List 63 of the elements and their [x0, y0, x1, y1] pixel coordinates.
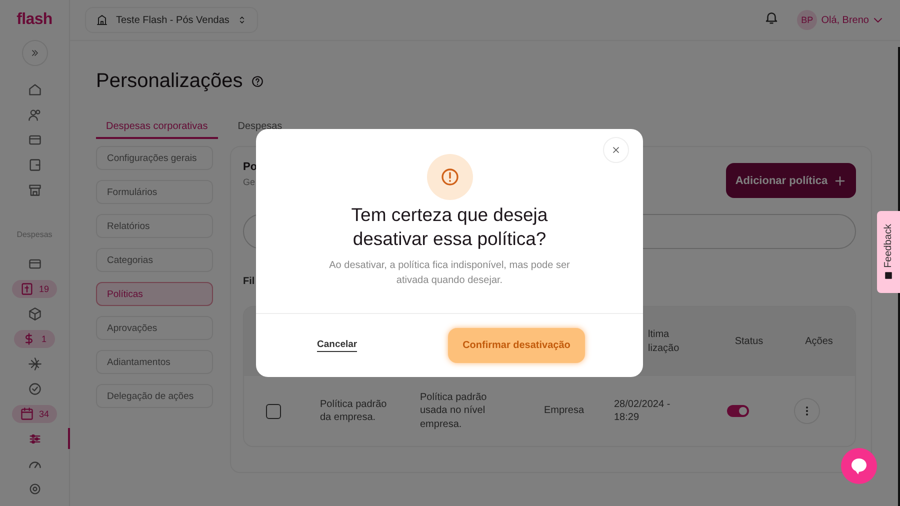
tab[interactable]: Despesas corporativas — [96, 115, 218, 139]
logo[interactable]: flash — [16, 0, 52, 40]
tab[interactable]: Despesas — [228, 115, 292, 139]
confirm-button[interactable]: Confirmar desativação — [448, 328, 585, 363]
settings-menu-item[interactable]: Aprovações — [96, 316, 213, 340]
chat-button[interactable] — [841, 448, 877, 484]
filters-label: Fil — [243, 276, 255, 287]
feedback-icon — [884, 271, 893, 280]
avatar[interactable]: BP — [797, 10, 818, 30]
check-circle-icon — [28, 382, 42, 396]
chat-bubble-icon — [849, 456, 869, 476]
card-icon — [28, 256, 42, 270]
add-policy-button[interactable]: Adicionar política — [726, 163, 856, 198]
company-selector[interactable]: Teste Flash - Pós Vendas — [85, 7, 258, 33]
user-menu[interactable]: Olá, Breno — [821, 14, 884, 26]
settings-menu-item[interactable]: Relatórios — [96, 214, 213, 238]
calendar-icon — [20, 406, 34, 420]
table-cell-text: Política padrão usada no nível empresa. — [420, 390, 488, 432]
close-button[interactable] — [603, 137, 629, 163]
settings-menu-item[interactable]: Formulários — [96, 180, 213, 204]
settings-menu-item[interactable]: Configurações gerais — [96, 146, 213, 170]
sidebar-item[interactable]: 19 — [0, 276, 70, 301]
column-header: Ações — [804, 336, 834, 347]
building-icon — [96, 14, 108, 26]
warning-icon — [440, 167, 460, 187]
settings-menu-item[interactable]: Categorias — [96, 248, 213, 272]
count-label: 34 — [38, 408, 49, 418]
active-indicator — [68, 428, 70, 449]
column-header: Status — [734, 336, 764, 347]
count-label: 19 — [38, 284, 49, 294]
chevrons-icon — [30, 48, 40, 58]
sidebar-item[interactable]: 1 — [0, 326, 70, 351]
home-icon — [28, 82, 42, 96]
panel-subtitle: Ge — [243, 177, 256, 187]
box-icon — [28, 306, 42, 320]
settings-menu-item[interactable]: Políticas — [96, 282, 213, 306]
page-title: Personalizações — [96, 70, 243, 92]
receipt-icon — [20, 282, 34, 296]
store-icon — [28, 182, 42, 196]
feedback-tab[interactable]: Feedback — [877, 211, 900, 293]
help-icon — [250, 74, 264, 88]
sidebar-item[interactable]: 34 — [0, 401, 70, 426]
cancel-link[interactable]: Cancelar — [317, 339, 358, 352]
plus-icon — [832, 174, 847, 188]
panel-title: Po — [243, 161, 258, 173]
table-cell-text: Política padrão da empresa. — [320, 398, 388, 424]
expand-button[interactable] — [22, 40, 48, 66]
column-header: ltima lização — [647, 328, 680, 356]
sliders-icon — [28, 432, 42, 446]
checkbox[interactable] — [266, 404, 281, 418]
dialog-title: Tem certeza que deseja desativar essa política? — [350, 203, 549, 251]
count-label: 1 — [41, 334, 46, 344]
table-cell-text: Empresa — [544, 404, 586, 418]
wallet-icon — [28, 158, 42, 172]
bell-icon — [764, 10, 780, 25]
table-cell-text: 28/02/2024 - 18:29 — [614, 398, 672, 424]
users-icon — [28, 108, 42, 122]
settings-menu-item[interactable]: Delegação de ações — [96, 384, 213, 408]
status-toggle[interactable] — [727, 405, 749, 417]
settings-menu-item[interactable]: Adiantamentos — [96, 350, 213, 374]
card-icon — [28, 132, 42, 146]
dialog-message: Ao desativar, a política fica indisponível, mas pode ser ativada quando desejar. — [328, 259, 571, 288]
close-icon — [611, 145, 621, 155]
